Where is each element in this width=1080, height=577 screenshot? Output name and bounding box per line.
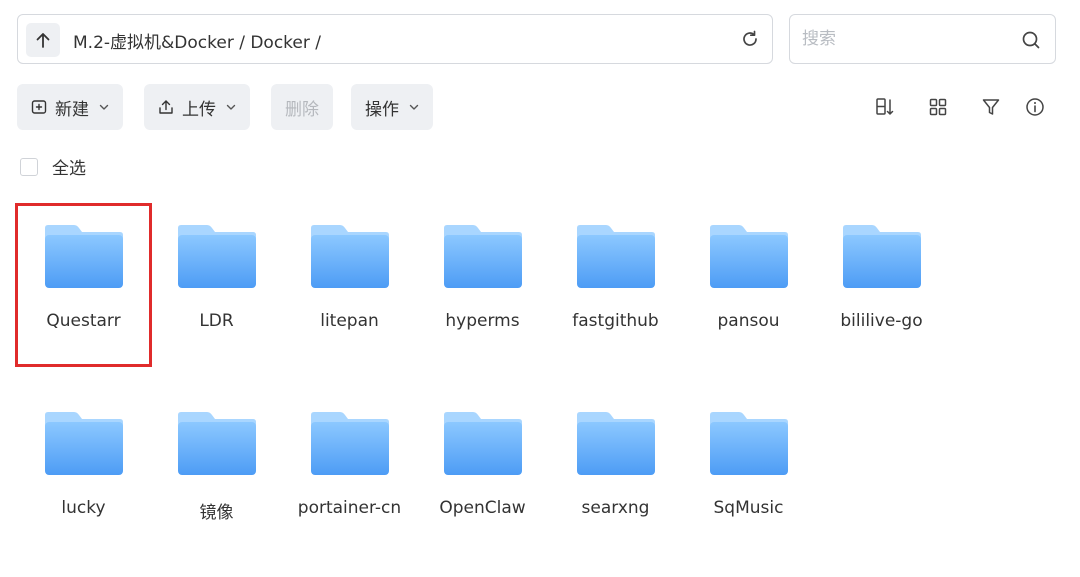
refresh-icon — [743, 30, 757, 46]
search-input[interactable] — [802, 27, 1002, 51]
delete-button-label: 删除 — [285, 99, 319, 120]
folder-icon — [444, 225, 522, 288]
folder-item[interactable]: hyperms — [416, 205, 549, 365]
folder-icon — [311, 412, 389, 475]
sort-icon — [876, 98, 894, 115]
folder-icon — [45, 412, 123, 475]
folder-icon — [444, 412, 522, 475]
action-button[interactable]: 操作 — [351, 84, 433, 130]
folder-icon — [710, 412, 788, 475]
chevron-down-icon — [226, 102, 236, 112]
select-all-label: 全选 — [52, 159, 86, 179]
chevron-down-icon — [409, 102, 419, 112]
folder-name: portainer-cn — [297, 498, 402, 518]
folder-item[interactable]: portainer-cn — [283, 392, 416, 552]
upload-icon — [158, 99, 174, 115]
folder-name: lucky — [61, 498, 106, 518]
folder-icon — [843, 225, 921, 288]
folder-name: LDR — [199, 311, 234, 331]
grid-view-icon — [929, 98, 947, 116]
folder-item[interactable]: 镜像 — [150, 392, 283, 552]
path-breadcrumb[interactable]: M.2-虚拟机&Docker / Docker / — [73, 28, 321, 53]
up-arrow-button[interactable] — [26, 23, 60, 57]
folder-icon — [577, 225, 655, 288]
folder-icon — [311, 225, 389, 288]
up-arrow-icon — [36, 33, 50, 48]
folder-item[interactable]: lucky — [17, 392, 150, 552]
sort-button[interactable] — [873, 95, 897, 119]
folder-item[interactable]: litepan — [283, 205, 416, 365]
info-button[interactable] — [1023, 95, 1047, 119]
select-all[interactable]: 全选 — [20, 154, 86, 179]
filter-button[interactable] — [979, 95, 1003, 119]
folder-item[interactable]: Questarr — [15, 203, 152, 367]
folder-name: SqMusic — [713, 498, 784, 518]
action-button-label: 操作 — [365, 99, 399, 120]
folder-item[interactable]: bililive-go — [815, 205, 948, 365]
path-bar[interactable]: M.2-虚拟机&Docker / Docker / — [17, 14, 773, 64]
new-button-label: 新建 — [55, 99, 89, 120]
folder-icon — [577, 412, 655, 475]
folder-name: pansou — [717, 311, 780, 331]
search-button[interactable] — [1019, 28, 1043, 52]
folder-item[interactable]: pansou — [682, 205, 815, 365]
delete-button[interactable]: 删除 — [271, 84, 333, 130]
folder-name: 镜像 — [199, 503, 234, 523]
search-icon — [1022, 31, 1040, 49]
folder-name: OpenClaw — [439, 498, 526, 518]
upload-button[interactable]: 上传 — [144, 84, 250, 130]
refresh-button[interactable] — [738, 27, 762, 51]
folder-name: hyperms — [445, 311, 520, 331]
grid-view-button[interactable] — [926, 95, 950, 119]
info-icon — [1026, 98, 1044, 116]
select-all-checkbox[interactable] — [20, 157, 38, 176]
folder-name: litepan — [320, 311, 379, 331]
folder-icon — [178, 412, 256, 475]
folder-icon — [45, 225, 123, 288]
new-file-icon — [31, 99, 47, 115]
new-button[interactable]: 新建 — [17, 84, 123, 130]
folder-name: bililive-go — [840, 311, 923, 331]
folder-item[interactable]: fastgithub — [549, 205, 682, 365]
folder-item[interactable]: searxng — [549, 392, 682, 552]
folder-item[interactable]: SqMusic — [682, 392, 815, 552]
folder-name: fastgithub — [572, 311, 659, 331]
chevron-down-icon — [99, 102, 109, 112]
folder-icon — [710, 225, 788, 288]
upload-button-label: 上传 — [182, 99, 216, 120]
folder-item[interactable]: OpenClaw — [416, 392, 549, 552]
folder-name: searxng — [581, 498, 650, 518]
folder-icon — [178, 225, 256, 288]
folder-name: Questarr — [46, 311, 121, 331]
filter-icon — [982, 99, 1000, 115]
search-box — [789, 14, 1056, 64]
folder-item[interactable]: LDR — [150, 205, 283, 365]
